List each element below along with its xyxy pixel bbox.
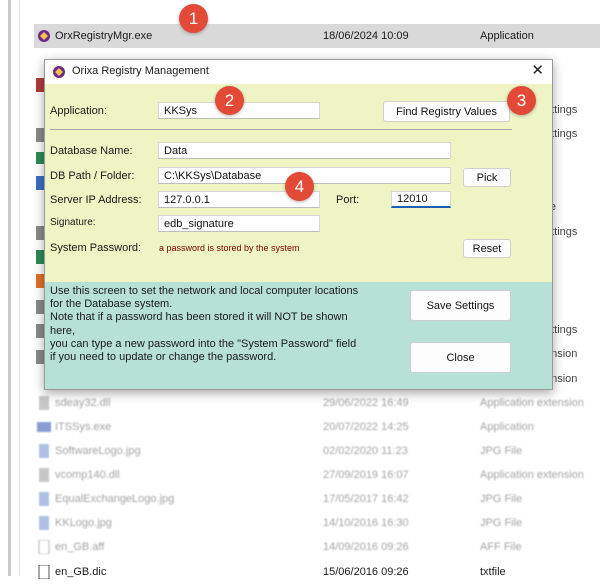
- file-icon: [36, 324, 44, 338]
- file-name: OrxRegistryMgr.exe: [55, 30, 153, 42]
- save-settings-button[interactable]: Save Settings: [410, 290, 511, 321]
- document-file-icon: [36, 565, 51, 580]
- dialog-titlebar[interactable]: Orixa Registry Management ✕: [45, 60, 552, 84]
- file-type: JPG File: [480, 493, 523, 505]
- file-icon: [36, 274, 44, 288]
- password-stored-note: a password is stored by the system: [159, 243, 300, 253]
- document-file-icon: [36, 540, 51, 555]
- database-name-label: Database Name:: [50, 145, 133, 157]
- system-password-label: System Password:: [50, 242, 142, 254]
- file-row[interactable]: EqualExchangeLogo.jpg 17/05/2017 16:42 J…: [34, 487, 600, 511]
- file-date: 14/10/2016 16:30: [323, 517, 409, 529]
- file-icon: [36, 128, 44, 142]
- file-icon: [36, 176, 44, 190]
- file-row[interactable]: sdeay32.dll 29/06/2022 16:49 Application…: [34, 391, 600, 415]
- registry-management-dialog: Orixa Registry Management ✕ Application:…: [44, 59, 553, 390]
- file-name: sdeay32.dll: [55, 397, 111, 409]
- divider: [19, 0, 20, 576]
- file-name: vcomp140.dll: [55, 469, 120, 481]
- callout-marker: 2: [215, 86, 244, 115]
- callout-marker: 1: [179, 4, 208, 33]
- file-row-selected[interactable]: OrxRegistryMgr.exe 18/06/2024 10:09 Appl…: [34, 24, 600, 48]
- file-icon: [36, 78, 44, 92]
- file-type: Application extension: [480, 397, 584, 409]
- file-date: 17/05/2017 16:42: [323, 493, 409, 505]
- file-date: 14/09/2016 09:26: [323, 541, 409, 553]
- help-line: here,: [50, 324, 76, 337]
- file-row[interactable]: vcomp140.dll 27/09/2019 16:07 Applicatio…: [34, 463, 600, 487]
- file-icon: [36, 250, 44, 264]
- info-panel: Use this screen to set the network and l…: [45, 282, 552, 389]
- file-type: JPG File: [480, 517, 523, 529]
- db-path-label: DB Path / Folder:: [50, 170, 135, 182]
- file-date: 02/02/2020 11:23: [323, 445, 408, 457]
- help-text: Use this screen to set the network and l…: [50, 285, 395, 364]
- file-name: EqualExchangeLogo.jpg: [55, 493, 175, 505]
- file-date: 20/07/2022 14:25: [323, 421, 409, 433]
- file-name: en_GB.aff: [55, 541, 105, 553]
- port-input[interactable]: [391, 191, 451, 208]
- file-type: Application: [480, 30, 534, 42]
- file-date: 29/06/2022 16:49: [323, 397, 409, 409]
- help-line: Note that if a password has been stored …: [50, 311, 348, 324]
- file-date: 15/06/2016 09:26: [323, 566, 409, 578]
- file-row[interactable]: en_GB.dic 15/06/2016 09:26 txtfile: [34, 560, 600, 584]
- reset-button[interactable]: Reset: [463, 239, 511, 258]
- file-icon: [36, 350, 44, 364]
- server-ip-label: Server IP Address:: [50, 194, 142, 206]
- file-row[interactable]: en_GB.aff 14/09/2016 09:26 AFF File: [34, 535, 600, 559]
- find-registry-values-button[interactable]: Find Registry Values: [383, 101, 510, 122]
- image-file-icon: [36, 444, 51, 459]
- help-line: Use this screen to set the network and l…: [50, 285, 359, 297]
- divider: [50, 129, 512, 130]
- file-icon: [36, 226, 44, 240]
- pick-button[interactable]: Pick: [463, 168, 511, 187]
- file-date: 18/06/2024 10:09: [323, 30, 409, 42]
- help-line: for the Database system.: [50, 298, 173, 311]
- file-row[interactable]: ITSSys.exe 20/07/2022 14:25 Application: [34, 415, 600, 439]
- port-label: Port:: [336, 194, 360, 206]
- file-icon: [36, 300, 44, 314]
- signature-input[interactable]: [158, 215, 320, 232]
- dialog-title: Orixa Registry Management: [72, 65, 209, 77]
- close-button[interactable]: Close: [410, 342, 511, 373]
- file-type: Application: [480, 421, 534, 433]
- application-label: Application:: [50, 105, 107, 117]
- help-line: if you need to update or change the pass…: [50, 351, 277, 364]
- file-type: Application extension: [480, 469, 584, 481]
- callout-marker: 4: [285, 172, 314, 201]
- dll-file-icon: [36, 396, 51, 411]
- file-icon: [36, 152, 44, 164]
- application-icon: [36, 29, 51, 44]
- file-row[interactable]: SoftwareLogo.jpg 02/02/2020 11:23 JPG Fi…: [34, 439, 600, 463]
- database-name-input[interactable]: [158, 142, 451, 159]
- close-icon[interactable]: ✕: [531, 62, 544, 80]
- signature-label: Signature:: [50, 217, 96, 228]
- file-name: ITSSys.exe: [55, 421, 112, 433]
- file-type: AFF File: [480, 541, 522, 553]
- file-name: KKLogo.jpg: [55, 517, 112, 529]
- orixa-app-icon: [52, 65, 66, 79]
- callout-marker: 3: [507, 86, 536, 115]
- file-type: JPG File: [480, 445, 523, 457]
- help-line: you can type a new password into the "Sy…: [50, 337, 357, 350]
- file-row[interactable]: KKLogo.jpg 14/10/2016 16:30 JPG File: [34, 511, 600, 535]
- application-icon: [36, 420, 51, 435]
- image-file-icon: [36, 516, 51, 531]
- file-name: SoftwareLogo.jpg: [55, 445, 141, 457]
- scrollbar[interactable]: [8, 0, 11, 576]
- dll-file-icon: [36, 468, 51, 483]
- file-type: txtfile: [480, 566, 506, 578]
- file-name: en_GB.dic: [55, 566, 107, 578]
- file-date: 27/09/2019 16:07: [323, 469, 409, 481]
- image-file-icon: [36, 492, 51, 507]
